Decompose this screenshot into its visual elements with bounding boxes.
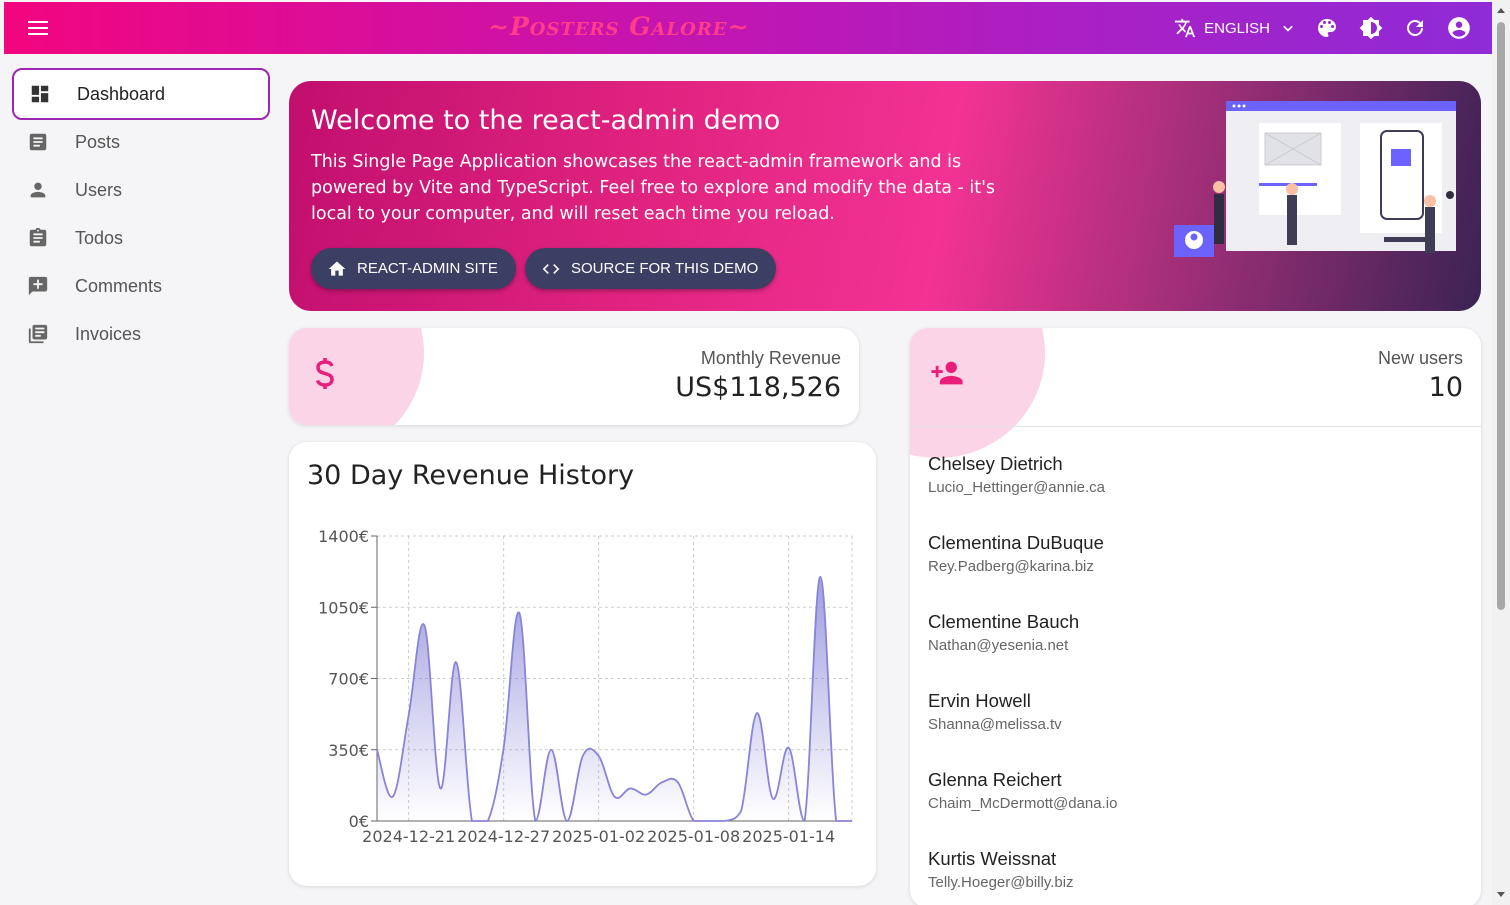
list-item[interactable]: Chelsey Dietrich Lucio_Hettinger@annie.c… — [928, 453, 1105, 496]
user-name: Clementina DuBuque — [928, 532, 1104, 553]
new-users-list: Chelsey Dietrich Lucio_Hettinger@annie.c… — [910, 426, 1481, 891]
clipboard-icon — [26, 226, 50, 250]
list-item[interactable]: Ervin Howell Shanna@melissa.tv — [928, 690, 1062, 733]
new-users-card: New users 10 Chelsey Dietrich Lucio_Hett… — [910, 328, 1481, 905]
react-admin-site-button[interactable]: REACT-ADMIN SITE — [311, 248, 516, 289]
sidebar-item-comments[interactable]: Comments — [12, 262, 270, 310]
card-decoration — [910, 328, 1045, 458]
user-name: Kurtis Weissnat — [928, 848, 1057, 869]
x-tick-label: 2025-01-02 — [552, 827, 645, 846]
new-users-label: New users — [1377, 348, 1463, 368]
person-add-icon — [931, 361, 963, 385]
revenue-chart: 0€350€700€1050€1400€2024-12-21 2024-12-27… — [318, 527, 853, 846]
scroll-up-arrow[interactable] — [1497, 8, 1505, 13]
sidebar-item-dashboard[interactable]: Dashboard — [12, 68, 270, 120]
list-item[interactable]: Kurtis Weissnat Telly.Hoeger@billy.biz — [928, 848, 1074, 891]
x-tick-label: 2024-12-21 — [362, 827, 455, 846]
article-icon — [26, 130, 50, 154]
user-name: Chelsey Dietrich — [928, 453, 1063, 474]
sidebar-item-posts[interactable]: Posts — [12, 118, 270, 166]
sidebar-item-label: Users — [75, 179, 123, 200]
revenue-label: Monthly Revenue — [700, 348, 841, 368]
user-email: Shanna@melissa.tv — [928, 716, 1062, 733]
monthly-revenue-card: Monthly Revenue US$118,526 — [289, 328, 859, 425]
user-name: Ervin Howell — [928, 690, 1031, 711]
scroll-thumb[interactable] — [1497, 22, 1505, 610]
list-item[interactable]: Clementina DuBuque Rey.Padberg@karina.bi… — [928, 532, 1104, 575]
welcome-illustration — [1174, 101, 1456, 257]
dollar-icon — [315, 358, 334, 389]
revenue-chart-card: 30 Day Revenue History 0€ 350€ 700€ 1050€ 14… — [289, 442, 876, 886]
translate-icon — [1175, 18, 1196, 38]
sidebar-item-label: Comments — [75, 275, 163, 296]
refresh-icon[interactable] — [1400, 13, 1430, 43]
user-name: Clementine Bauch — [928, 611, 1080, 632]
y-tick-label: 700€ — [328, 670, 369, 689]
user-email: Chaim_McDermott@dana.io — [928, 795, 1118, 812]
welcome-body: This Single Page Application showcases t… — [311, 152, 996, 224]
brand-logo: ~Posters Galore~ — [488, 12, 750, 41]
sidebar-item-label: Dashboard — [77, 83, 166, 104]
user-name: Glenna Reichert — [928, 769, 1062, 790]
sidebar: Dashboard Posts Users Todos Comments Inv… — [12, 68, 270, 358]
home-icon — [328, 261, 346, 276]
account-icon[interactable] — [1444, 13, 1474, 43]
sidebar-item-invoices[interactable]: Invoices — [12, 310, 270, 358]
palette-icon[interactable] — [1312, 13, 1342, 43]
language-label: ENGLISH — [1204, 19, 1270, 37]
user-email: Nathan@yesenia.net — [928, 637, 1069, 654]
button-label: SOURCE FOR THIS DEMO — [571, 260, 759, 277]
page-scrollbar[interactable] — [1492, 0, 1510, 905]
comment-icon — [26, 274, 50, 298]
brightness-icon[interactable] — [1356, 13, 1386, 43]
new-users-value: 10 — [1428, 372, 1463, 403]
x-tick-label: 2025-01-14 — [742, 827, 835, 846]
app-bar: ~Posters Galore~ ENGLISH — [4, 2, 1492, 54]
language-selector[interactable]: ENGLISH — [1174, 17, 1298, 39]
sidebar-item-label: Invoices — [75, 323, 142, 344]
person-icon — [26, 178, 50, 202]
sidebar-item-label: Todos — [75, 227, 124, 248]
user-email: Telly.Hoeger@billy.biz — [928, 874, 1074, 891]
sidebar-item-users[interactable]: Users — [12, 166, 270, 214]
sidebar-item-todos[interactable]: Todos — [12, 214, 270, 262]
library-books-icon — [26, 322, 50, 346]
chevron-down-icon — [1283, 25, 1293, 32]
welcome-title: Welcome to the react-admin demo — [311, 105, 781, 136]
list-item[interactable]: Glenna Reichert Chaim_McDermott@dana.io — [928, 769, 1117, 812]
sidebar-item-label: Posts — [75, 131, 121, 152]
y-tick-label: 350€ — [328, 741, 369, 760]
menu-icon[interactable] — [26, 16, 50, 40]
x-tick-label: 2024-12-27 — [457, 827, 550, 846]
button-label: REACT-ADMIN SITE — [357, 260, 498, 277]
card-decoration — [289, 328, 424, 425]
welcome-banner: Welcome to the react-admin demo This Sin… — [289, 81, 1481, 311]
list-item[interactable]: Clementine Bauch Nathan@yesenia.net — [928, 611, 1079, 654]
user-email: Rey.Padberg@karina.biz — [928, 558, 1094, 575]
y-tick-label: 1400€ — [318, 527, 369, 546]
x-tick-label: 2025-01-08 — [647, 827, 740, 846]
code-icon — [542, 263, 560, 274]
revenue-area-fill — [377, 576, 852, 821]
user-email: Lucio_Hettinger@annie.ca — [928, 479, 1106, 496]
dashboard-icon — [28, 82, 52, 106]
revenue-value: US$118,526 — [675, 372, 841, 403]
source-demo-button[interactable]: SOURCE FOR THIS DEMO — [525, 248, 777, 289]
scroll-down-arrow[interactable] — [1497, 892, 1505, 897]
y-tick-label: 1050€ — [318, 598, 369, 617]
